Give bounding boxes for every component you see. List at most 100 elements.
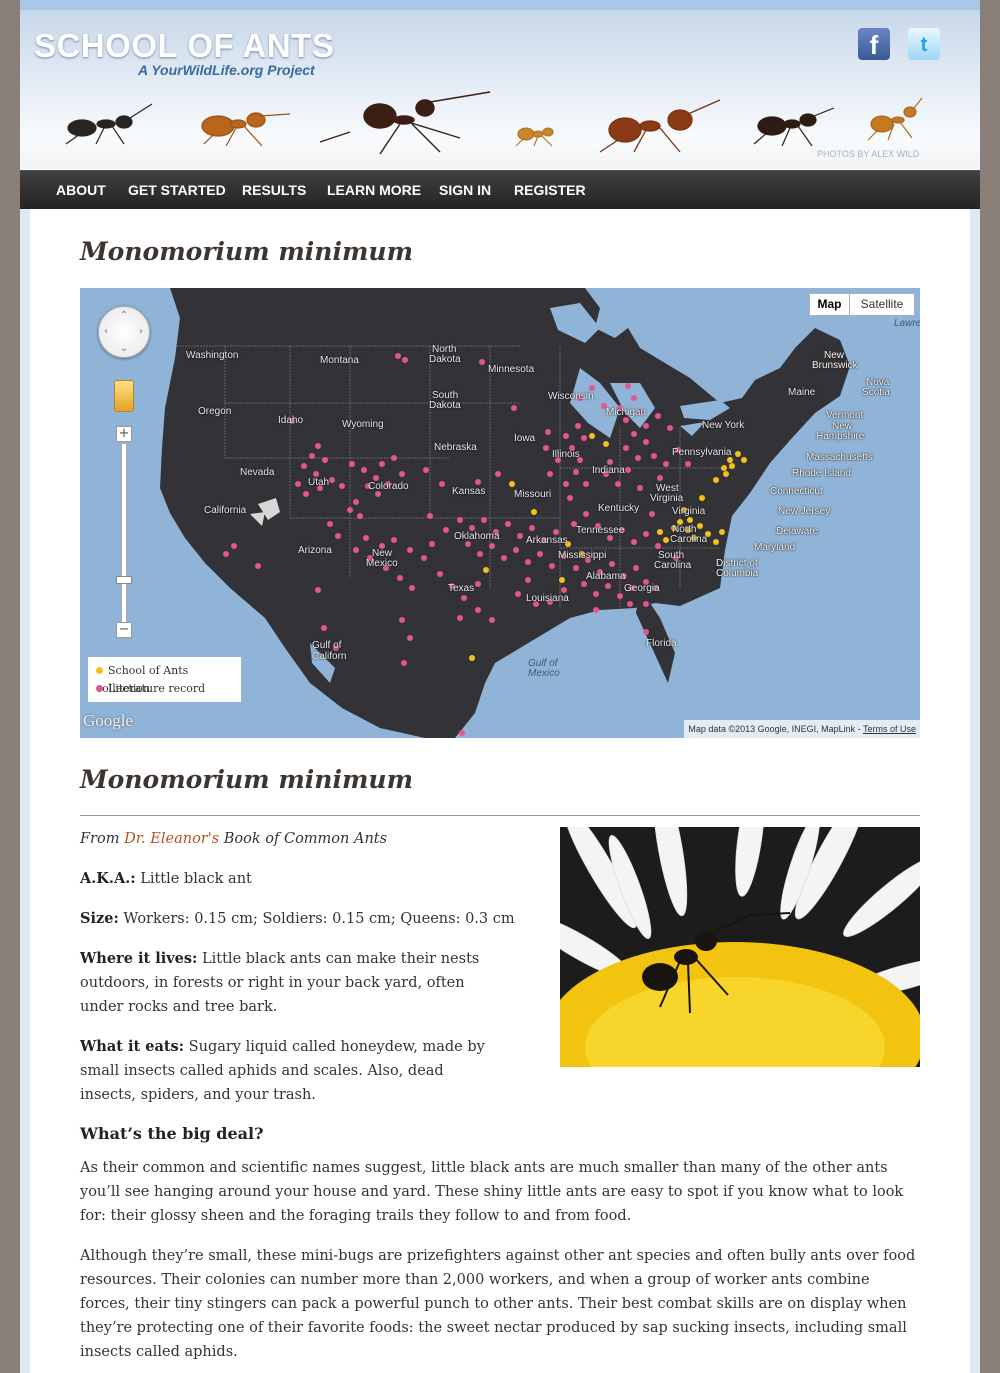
google-logo[interactable]: Google (83, 711, 133, 731)
map-label: Kentucky (598, 503, 640, 514)
nav-sign-in[interactable]: SIGN IN (439, 182, 491, 198)
zoom-out-button[interactable]: − (116, 622, 132, 638)
map-type-map-button[interactable]: Map (809, 293, 850, 316)
map-label: Columbia (716, 568, 759, 579)
section-title: Monomorium minimum (80, 765, 414, 794)
ant-photo-7 (867, 97, 923, 141)
ant-photo-4 (515, 127, 554, 147)
map-label: Rhode Island (792, 468, 851, 479)
map-label: New Jersey (778, 506, 831, 517)
map-label: Delaware (776, 526, 819, 537)
pan-down-icon[interactable]: ⌄ (120, 343, 128, 354)
ant-photo-5 (599, 99, 721, 153)
diet-paragraph: What it eats: Sugary liquid called honey… (80, 1038, 485, 1103)
map-label: Colorado (368, 481, 409, 492)
map-label: Alabama (586, 571, 626, 582)
map-label: Georgia (624, 583, 660, 594)
facebook-icon[interactable]: f (858, 28, 890, 60)
zoom-slider-thumb[interactable] (116, 576, 132, 584)
street-view-pegman-icon[interactable] (114, 380, 134, 412)
pan-right-icon[interactable]: › (139, 326, 143, 337)
map-label: Mexico (366, 558, 398, 569)
map-label: Gulf of (312, 640, 342, 651)
nav-register[interactable]: REGISTER (514, 182, 586, 198)
distribution-map[interactable]: Washington Montana North Dakota Minnesot… (80, 288, 920, 738)
map-label: California (204, 505, 247, 516)
map-label: Maryland (754, 542, 796, 553)
map-label: Oregon (198, 406, 232, 417)
nav-get-started[interactable]: GET STARTED (128, 182, 226, 198)
map-label: Nebraska (434, 442, 477, 453)
map-label: Mississippi (558, 550, 607, 561)
big-deal-heading: What’s the big deal? (80, 1124, 264, 1143)
paragraph-1: As their common and scientific names sug… (80, 1160, 904, 1224)
nav-about[interactable]: ABOUT (56, 182, 106, 198)
legend-item-literature: Literature record (96, 680, 233, 698)
map-label: Oklahoma (454, 531, 500, 542)
pan-left-icon[interactable]: ‹ (104, 326, 108, 337)
map-label: Tennessee (576, 525, 625, 536)
map-label: Wyoming (342, 419, 384, 430)
top-strip (20, 0, 980, 10)
map-label: Vermont (826, 410, 864, 421)
nav-learn-more[interactable]: LEARN MORE (327, 182, 421, 198)
map-label: Dakota (429, 400, 461, 411)
zoom-slider-track[interactable] (121, 443, 127, 623)
map-label: Iowa (514, 433, 536, 444)
map-label: Montana (320, 355, 359, 366)
map-label: Pennsylvania (672, 447, 732, 458)
map-label: Hampshire (816, 431, 865, 442)
section-divider (80, 815, 920, 816)
map-label: Illinois (552, 449, 580, 460)
map-label: Washington (186, 350, 239, 361)
page-title: Monomorium minimum (80, 237, 414, 266)
map-label: Carolina (654, 560, 692, 571)
map-label: Lawre (894, 318, 920, 329)
map-label: Maine (788, 387, 816, 398)
page-frame: SCHOOL OF ANTS A YourWildLife.org Projec… (20, 0, 980, 1373)
map-label: Missouri (514, 489, 552, 500)
map-label: Utah (308, 477, 330, 488)
map-label: New York (702, 420, 745, 431)
size-line: Size: Workers: 0.15 cm; Soldiers: 0.15 c… (80, 910, 515, 927)
main-nav: ABOUT GET STARTED RESULTS LEARN MORE SIG… (20, 170, 980, 209)
map-label: Kansas (452, 486, 486, 497)
map-attribution: Map data ©2013 Google, INEGI, MapLink - … (684, 720, 920, 738)
map-label: Texas (448, 583, 475, 594)
map-label: Florida (646, 638, 677, 649)
map-label: Californ (312, 651, 347, 662)
map-label: Arkansas (526, 535, 568, 546)
site-logo[interactable]: SCHOOL OF ANTS (34, 27, 334, 65)
nav-results[interactable]: RESULTS (242, 182, 306, 198)
photo-credit: PHOTOS BY ALEX WILD (817, 149, 920, 159)
terms-of-use-link[interactable]: Terms of Use (863, 724, 916, 734)
map-label: Dakota (429, 354, 461, 365)
map-label: Connecticut (770, 486, 823, 497)
ant-photo-6 (753, 107, 835, 147)
habitat-paragraph: Where it lives: Little black ants can ma… (80, 950, 480, 1015)
map-type-satellite-button[interactable]: Satellite (849, 293, 915, 316)
pink-dot-icon (96, 685, 103, 692)
pan-up-icon[interactable]: ⌃ (120, 310, 128, 321)
aka-line: A.K.A.: Little black ant (80, 870, 252, 887)
ant-photo-3 (319, 91, 491, 155)
map-label: Brunswick (812, 360, 858, 371)
zoom-in-button[interactable]: + (116, 426, 132, 442)
map-legend: School of Ants collection Literature rec… (88, 657, 241, 702)
site-header: SCHOOL OF ANTS A YourWildLife.org Projec… (20, 10, 980, 170)
paragraph-2: Although they’re small, these mini-bugs … (80, 1248, 916, 1360)
map-label: Massachusetts (806, 452, 873, 463)
book-source: From Dr. Eleanor's Book of Common Ants (80, 831, 388, 847)
twitter-icon[interactable]: t (908, 28, 940, 60)
map-label: Louisiana (526, 593, 569, 604)
map-label: Idaho (278, 415, 304, 426)
yellow-dot-icon (96, 667, 103, 674)
map-label: Indiana (592, 465, 625, 476)
ant-photo-2 (201, 112, 291, 147)
author-link[interactable]: Dr. Eleanor's (124, 831, 219, 847)
map-label: Arizona (298, 545, 332, 556)
pan-control[interactable]: ⌃ ⌄ ‹ › (98, 306, 150, 358)
map-label: Virginia (650, 493, 684, 504)
site-tagline: A YourWildLife.org Project (138, 62, 315, 78)
map-label: Nevada (240, 467, 275, 478)
